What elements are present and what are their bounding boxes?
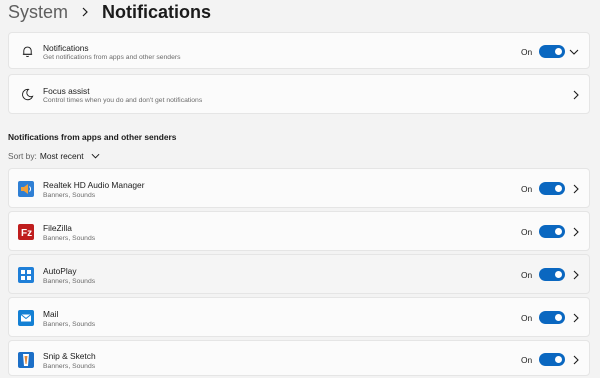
- svg-text:Fz: Fz: [21, 228, 32, 239]
- focus-assist-setting-row[interactable]: Focus assist Control times when you do a…: [8, 74, 590, 114]
- app-name: FileZilla: [43, 223, 72, 233]
- app-name: Snip & Sketch: [43, 351, 96, 361]
- sort-label: Sort by:: [8, 151, 37, 161]
- app-toggle[interactable]: [539, 225, 565, 238]
- bell-icon: [19, 43, 35, 59]
- chevron-down-icon: [91, 153, 100, 159]
- snip-sketch-app-icon: [18, 352, 34, 368]
- breadcrumb: System Notifications: [8, 0, 211, 24]
- app-row-autoplay[interactable]: AutoPlay Banners, Sounds On: [8, 254, 590, 294]
- chevron-right-icon[interactable]: [571, 270, 581, 280]
- app-toggle[interactable]: [539, 182, 565, 195]
- notifications-state-label: On: [521, 47, 533, 57]
- toggle-knob: [555, 356, 562, 363]
- app-name: AutoPlay: [43, 266, 77, 276]
- app-row-realtek[interactable]: Realtek HD Audio Manager Banners, Sounds…: [8, 168, 590, 208]
- sort-value: Most recent: [39, 151, 84, 161]
- app-detail: Banners, Sounds: [43, 278, 96, 285]
- toggle-knob: [555, 314, 562, 321]
- app-toggle[interactable]: [539, 311, 565, 324]
- notifications-toggle[interactable]: [539, 45, 565, 58]
- app-state-label: On: [521, 227, 533, 237]
- speaker-app-icon: [18, 181, 34, 197]
- app-row-mail[interactable]: Mail Banners, Sounds On: [8, 297, 590, 337]
- notifications-title: Notifications: [43, 43, 89, 53]
- chevron-down-icon[interactable]: [569, 47, 579, 57]
- app-state-label: On: [521, 313, 533, 323]
- app-row-filezilla[interactable]: Fz FileZilla Banners, Sounds On: [8, 211, 590, 251]
- autoplay-app-icon: [18, 267, 34, 283]
- app-state-label: On: [521, 270, 533, 280]
- page-title: Notifications: [102, 2, 212, 22]
- toggle-knob: [555, 228, 562, 235]
- app-name: Mail: [43, 309, 59, 319]
- filezilla-app-icon: Fz: [18, 224, 34, 240]
- chevron-right-icon[interactable]: [571, 313, 581, 323]
- moon-icon: [19, 86, 35, 102]
- toggle-knob: [555, 271, 562, 278]
- app-state-label: On: [521, 355, 533, 365]
- app-name: Realtek HD Audio Manager: [43, 180, 145, 190]
- chevron-right-icon: [78, 5, 92, 19]
- sort-dropdown[interactable]: Sort by: Most recent: [8, 151, 100, 161]
- app-row-snip-sketch[interactable]: Snip & Sketch Banners, Sounds On: [8, 340, 590, 376]
- app-detail: Banners, Sounds: [43, 235, 96, 242]
- focus-assist-subtitle: Control times when you do and don't get …: [43, 97, 203, 104]
- notifications-setting-row[interactable]: Notifications Get notifications from app…: [8, 32, 590, 69]
- app-detail: Banners, Sounds: [43, 321, 96, 328]
- chevron-right-icon[interactable]: [571, 227, 581, 237]
- chevron-right-icon[interactable]: [571, 355, 581, 365]
- app-state-label: On: [521, 184, 533, 194]
- mail-app-icon: [18, 310, 34, 326]
- app-toggle[interactable]: [539, 268, 565, 281]
- toggle-knob: [555, 48, 562, 55]
- section-heading: Notifications from apps and other sender…: [8, 132, 177, 142]
- notifications-subtitle: Get notifications from apps and other se…: [43, 54, 181, 61]
- app-detail: Banners, Sounds: [43, 192, 96, 199]
- app-detail: Banners, Sounds: [43, 363, 96, 370]
- toggle-knob: [555, 185, 562, 192]
- chevron-right-icon[interactable]: [571, 90, 581, 100]
- focus-assist-title: Focus assist: [43, 86, 90, 96]
- app-toggle[interactable]: [539, 353, 565, 366]
- chevron-right-icon[interactable]: [571, 184, 581, 194]
- breadcrumb-system-link[interactable]: System: [8, 0, 68, 24]
